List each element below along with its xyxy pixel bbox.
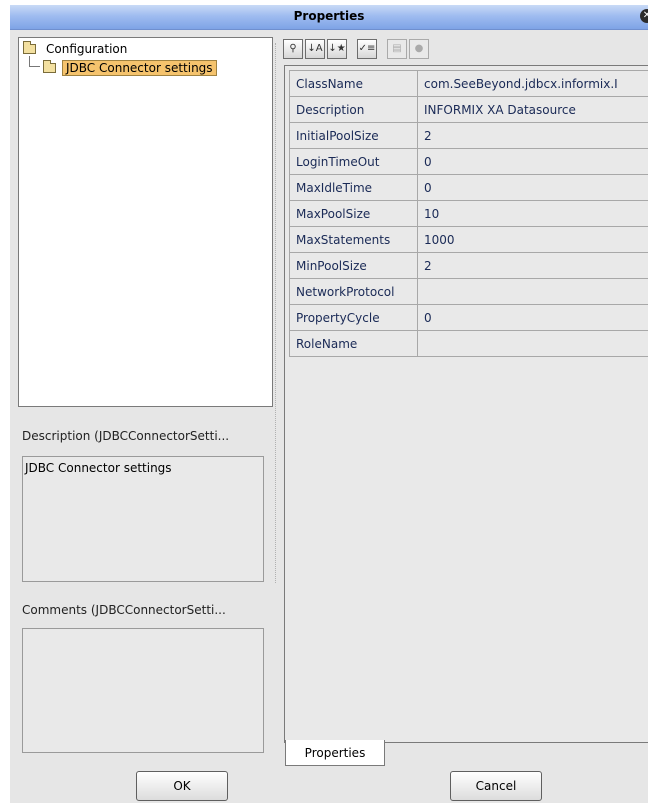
table-row[interactable]: ClassName com.SeeBeyond.jdbcx.informix.I (289, 70, 648, 97)
property-toolbar: ⚲ ↓A ↓★ ✓≡ ▤ ● (283, 39, 429, 61)
property-name: PropertyCycle (289, 304, 418, 331)
table-row[interactable]: RoleName (289, 330, 648, 357)
dialog-title: Properties (293, 9, 365, 23)
property-value[interactable]: 1000 (417, 226, 648, 253)
close-icon[interactable]: ✕ (640, 9, 648, 23)
folder-icon (23, 41, 36, 54)
toolbar-separator (349, 39, 355, 61)
property-name: MaxPoolSize (289, 200, 418, 227)
comments-label: Comments (JDBCConnectorSetti... (22, 603, 226, 617)
property-value[interactable]: 0 (417, 174, 648, 201)
table-row[interactable]: PropertyCycle 0 (289, 304, 648, 331)
table-row[interactable]: Description INFORMIX XA Datasource (289, 96, 648, 123)
categorized-icon[interactable]: ⚲ (283, 39, 303, 59)
property-name: MaxIdleTime (289, 174, 418, 201)
tree-connector-line (29, 56, 40, 67)
property-table: ClassName com.SeeBeyond.jdbcx.informix.I … (289, 70, 648, 357)
description-text: JDBC Connector settings (25, 461, 172, 475)
property-value[interactable] (417, 330, 648, 357)
property-value[interactable]: 0 (417, 148, 648, 175)
property-name: MinPoolSize (289, 252, 418, 279)
ok-button[interactable]: OK (136, 771, 228, 801)
table-row[interactable]: LoginTimeOut 0 (289, 148, 648, 175)
tab-properties[interactable]: Properties (285, 740, 385, 766)
sort-az-icon[interactable]: ↓A (305, 39, 325, 59)
property-name: InitialPoolSize (289, 122, 418, 149)
title-bar[interactable]: Properties ✕ (10, 5, 648, 30)
properties-dialog: Properties ✕ Configuration JDBC Connecto… (10, 5, 648, 803)
sort-modified-icon[interactable]: ↓★ (327, 39, 347, 59)
property-value[interactable]: 0 (417, 304, 648, 331)
description-label: Description (JDBCConnectorSetti... (22, 429, 230, 443)
property-name: LoginTimeOut (289, 148, 418, 175)
tree-item-label-selected: JDBC Connector settings (62, 60, 217, 76)
table-row[interactable]: MinPoolSize 2 (289, 252, 648, 279)
property-name: MaxStatements (289, 226, 418, 253)
table-row[interactable]: NetworkProtocol (289, 278, 648, 305)
folder-icon (43, 60, 56, 73)
help-icon[interactable]: ● (409, 39, 429, 59)
property-value[interactable] (417, 278, 648, 305)
tree-item-jdbc-connector-settings[interactable]: JDBC Connector settings (43, 59, 217, 77)
property-value[interactable]: INFORMIX XA Datasource (417, 96, 648, 123)
property-value[interactable]: 2 (417, 252, 648, 279)
comments-text (23, 629, 263, 637)
cancel-button[interactable]: Cancel (450, 771, 542, 801)
property-name: RoleName (289, 330, 418, 357)
property-name: ClassName (289, 70, 418, 97)
table-row[interactable]: MaxIdleTime 0 (289, 174, 648, 201)
property-sheet: ClassName com.SeeBeyond.jdbcx.informix.I … (284, 65, 648, 743)
property-value[interactable]: 10 (417, 200, 648, 227)
checklist-icon[interactable]: ✓≡ (357, 39, 377, 59)
table-row[interactable]: MaxPoolSize 10 (289, 200, 648, 227)
property-value[interactable]: 2 (417, 122, 648, 149)
panel-splitter[interactable] (275, 43, 279, 583)
table-row[interactable]: InitialPoolSize 2 (289, 122, 648, 149)
tree-item-label: Configuration (46, 42, 128, 56)
property-name: Description (289, 96, 418, 123)
configuration-tree[interactable]: Configuration JDBC Connector settings (18, 37, 273, 407)
table-row[interactable]: MaxStatements 1000 (289, 226, 648, 253)
toolbar-separator (379, 39, 385, 61)
property-value[interactable]: com.SeeBeyond.jdbcx.informix.I (417, 70, 648, 97)
description-box[interactable]: JDBC Connector settings (22, 456, 264, 582)
details-icon[interactable]: ▤ (387, 39, 407, 59)
property-name: NetworkProtocol (289, 278, 418, 305)
comments-box[interactable] (22, 628, 264, 753)
